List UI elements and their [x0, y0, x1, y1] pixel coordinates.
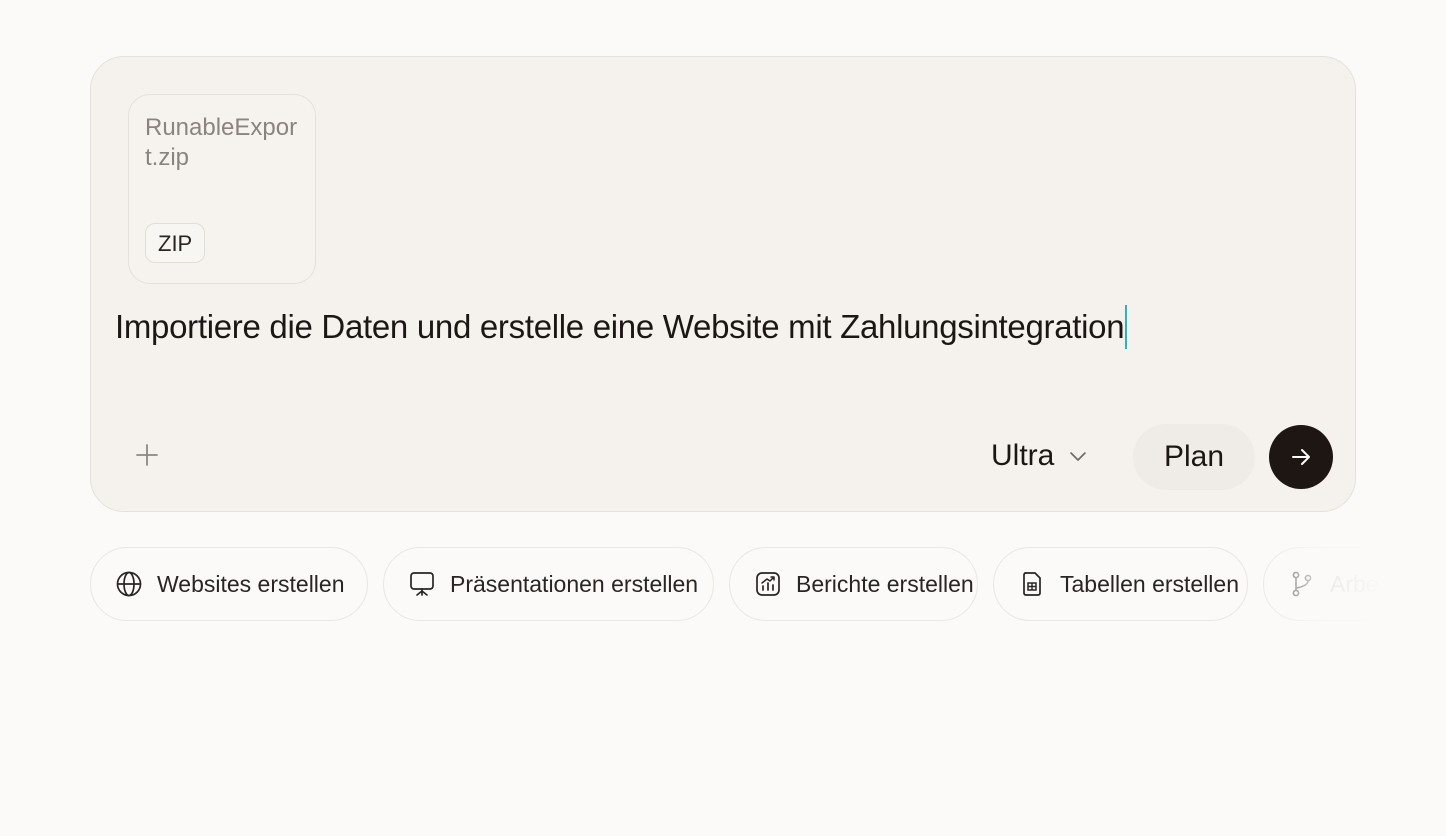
- chip-reports[interactable]: Berichte erstellen: [729, 547, 978, 621]
- git-branch-icon: [1292, 571, 1312, 597]
- chip-label: Websites erstellen: [157, 570, 345, 597]
- chip-label: Arbei: [1330, 570, 1380, 597]
- chip-websites[interactable]: Websites erstellen: [90, 547, 368, 621]
- arrow-right-icon: [1292, 449, 1310, 465]
- prompt-input[interactable]: Importiere die Daten und erstelle eine W…: [115, 305, 1128, 349]
- spreadsheet-icon: [1023, 572, 1041, 596]
- suggestion-chips: Websites erstellen Präsentationen erstel…: [90, 547, 1380, 623]
- text-caret: [1125, 305, 1128, 349]
- presentation-icon: [410, 572, 434, 596]
- model-select-label: Ultra: [991, 439, 1055, 472]
- chip-label: Tabellen erstellen: [1060, 570, 1240, 597]
- add-attachment-button[interactable]: [127, 435, 167, 475]
- model-select[interactable]: Ultra: [991, 431, 1088, 481]
- chip-label: Berichte erstellen: [796, 570, 974, 597]
- chip-presentations[interactable]: Präsentationen erstellen: [383, 547, 714, 621]
- plan-button[interactable]: Plan: [1133, 424, 1255, 490]
- globe-icon: [116, 571, 142, 597]
- prompt-text: Importiere die Daten und erstelle eine W…: [115, 308, 1125, 345]
- report-chart-icon: [756, 572, 780, 596]
- attachment-card[interactable]: RunableExport.zip ZIP: [128, 94, 316, 284]
- chip-tables[interactable]: Tabellen erstellen: [993, 547, 1248, 621]
- attachment-file-name: RunableExport.zip: [145, 114, 298, 171]
- composer: RunableExport.zip ZIP Importiere die Dat…: [90, 56, 1356, 512]
- chip-label: Präsentationen erstellen: [450, 570, 699, 597]
- file-type-badge: ZIP: [145, 223, 206, 263]
- chip-workflows[interactable]: Arbei: [1263, 547, 1380, 621]
- plus-icon: [136, 444, 158, 466]
- chevron-down-icon: [1070, 452, 1087, 461]
- send-button[interactable]: [1269, 425, 1333, 489]
